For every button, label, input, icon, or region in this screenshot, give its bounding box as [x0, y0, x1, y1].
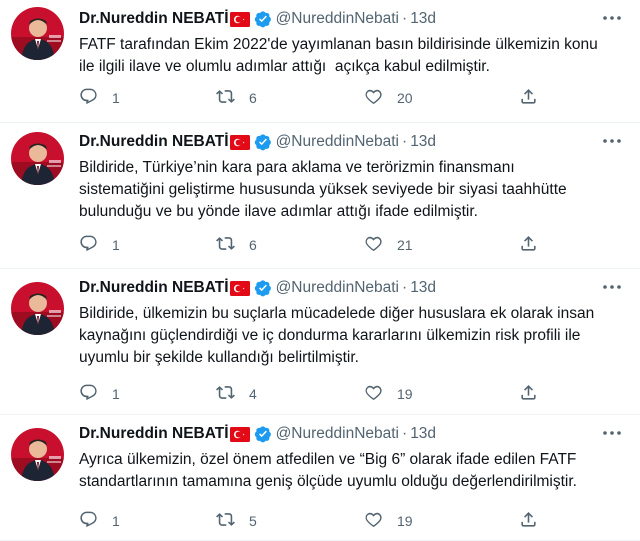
- separator-dot: ·: [402, 425, 408, 442]
- share-icon: [519, 383, 538, 405]
- timestamp[interactable]: 13d: [410, 10, 436, 28]
- reply-button[interactable]: 1: [79, 234, 120, 256]
- tweet-header: Dr.Nureddin NEBATİ @NureddinNebati · 13d: [79, 278, 436, 298]
- share-button[interactable]: [519, 510, 538, 532]
- separator-dot: ·: [402, 279, 408, 296]
- tweet-header: Dr.Nureddin NEBATİ @NureddinNebati · 13d: [79, 424, 436, 444]
- avatar[interactable]: [11, 428, 64, 481]
- reply-button[interactable]: 1: [79, 510, 120, 532]
- verified-badge-icon: [254, 279, 272, 297]
- retweet-icon: [216, 510, 235, 532]
- reply-icon: [79, 87, 98, 109]
- reply-button[interactable]: 1: [79, 383, 120, 405]
- more-dots-icon[interactable]: [600, 423, 624, 443]
- reply-icon: [79, 510, 98, 532]
- share-button[interactable]: [519, 234, 538, 256]
- share-button[interactable]: [519, 383, 538, 405]
- retweet-button[interactable]: 5: [216, 510, 257, 532]
- like-count: 19: [397, 386, 413, 402]
- reply-count: 1: [112, 513, 120, 529]
- author-name[interactable]: Dr.Nureddin NEBATİ: [79, 10, 229, 28]
- verified-badge-icon: [254, 10, 272, 28]
- share-icon: [519, 510, 538, 532]
- reply-count: 1: [112, 386, 120, 402]
- tweet-text: FATF tarafından Ekim 2022'de yayımlanan …: [79, 36, 598, 75]
- timestamp[interactable]: 13d: [410, 425, 436, 443]
- reply-count: 1: [112, 90, 120, 106]
- like-button[interactable]: 20: [364, 87, 413, 109]
- heart-icon: [364, 87, 383, 109]
- like-button[interactable]: 19: [364, 510, 413, 532]
- verified-badge-icon: [254, 133, 272, 151]
- like-count: 20: [397, 90, 413, 106]
- more-dots-icon[interactable]: [600, 131, 624, 151]
- tweet[interactable]: Dr.Nureddin NEBATİ @NureddinNebati · 13d: [0, 415, 640, 541]
- turkey-flag-icon: [229, 134, 250, 150]
- verified-badge-icon: [254, 425, 272, 443]
- like-count: 19: [397, 513, 413, 529]
- author-handle[interactable]: @NureddinNebati: [276, 133, 399, 151]
- tweet-actions: 1 6 20: [79, 87, 549, 111]
- retweet-count: 6: [249, 90, 257, 106]
- heart-icon: [364, 510, 383, 532]
- turkey-flag-icon: [229, 426, 250, 442]
- turkey-flag-icon: [229, 280, 250, 296]
- retweet-count: 6: [249, 237, 257, 253]
- reply-icon: [79, 383, 98, 405]
- more-dots-icon[interactable]: [600, 8, 624, 28]
- tweet-text: Bildiride, ülkemizin bu suçlarla mücadel…: [79, 305, 595, 366]
- timestamp[interactable]: 13d: [410, 279, 436, 297]
- retweet-icon: [216, 383, 235, 405]
- tweet-text: Ayrıca ülkemizin, özel önem atfedilen ve…: [79, 451, 577, 490]
- share-button[interactable]: [519, 87, 538, 109]
- timestamp[interactable]: 13d: [410, 133, 436, 151]
- tweet[interactable]: Dr.Nureddin NEBATİ @NureddinNebati · 13d: [0, 269, 640, 415]
- turkey-flag-icon: [229, 11, 250, 27]
- retweet-count: 5: [249, 513, 257, 529]
- reply-count: 1: [112, 237, 120, 253]
- like-button[interactable]: 21: [364, 234, 413, 256]
- heart-icon: [364, 383, 383, 405]
- avatar[interactable]: [11, 282, 64, 335]
- tweet-header: Dr.Nureddin NEBATİ @NureddinNebati · 13d: [79, 9, 436, 29]
- tweet-actions: 1 6 21: [79, 234, 549, 258]
- share-icon: [519, 87, 538, 109]
- avatar[interactable]: [11, 132, 64, 185]
- retweet-button[interactable]: 6: [216, 234, 257, 256]
- share-icon: [519, 234, 538, 256]
- like-button[interactable]: 19: [364, 383, 413, 405]
- separator-dot: ·: [402, 10, 408, 27]
- retweet-button[interactable]: 6: [216, 87, 257, 109]
- tweet[interactable]: Dr.Nureddin NEBATİ @NureddinNebati · 13d: [0, 0, 640, 123]
- reply-icon: [79, 234, 98, 256]
- author-handle[interactable]: @NureddinNebati: [276, 10, 399, 28]
- tweet[interactable]: Dr.Nureddin NEBATİ @NureddinNebati · 13d: [0, 123, 640, 269]
- tweet-actions: 1 4 19: [79, 383, 549, 407]
- tweet-header: Dr.Nureddin NEBATİ @NureddinNebati · 13d: [79, 132, 436, 152]
- retweet-count: 4: [249, 386, 257, 402]
- retweet-icon: [216, 234, 235, 256]
- author-name[interactable]: Dr.Nureddin NEBATİ: [79, 279, 229, 297]
- author-name[interactable]: Dr.Nureddin NEBATİ: [79, 425, 229, 443]
- heart-icon: [364, 234, 383, 256]
- author-handle[interactable]: @NureddinNebati: [276, 425, 399, 443]
- author-handle[interactable]: @NureddinNebati: [276, 279, 399, 297]
- like-count: 21: [397, 237, 413, 253]
- author-name[interactable]: Dr.Nureddin NEBATİ: [79, 133, 229, 151]
- reply-button[interactable]: 1: [79, 87, 120, 109]
- tweet-actions: 1 5 19: [79, 510, 549, 534]
- retweet-icon: [216, 87, 235, 109]
- avatar[interactable]: [11, 7, 64, 60]
- more-dots-icon[interactable]: [600, 277, 624, 297]
- retweet-button[interactable]: 4: [216, 383, 257, 405]
- tweet-text: Bildiride, Türkiye’nin kara para aklama …: [79, 159, 567, 220]
- separator-dot: ·: [402, 133, 408, 150]
